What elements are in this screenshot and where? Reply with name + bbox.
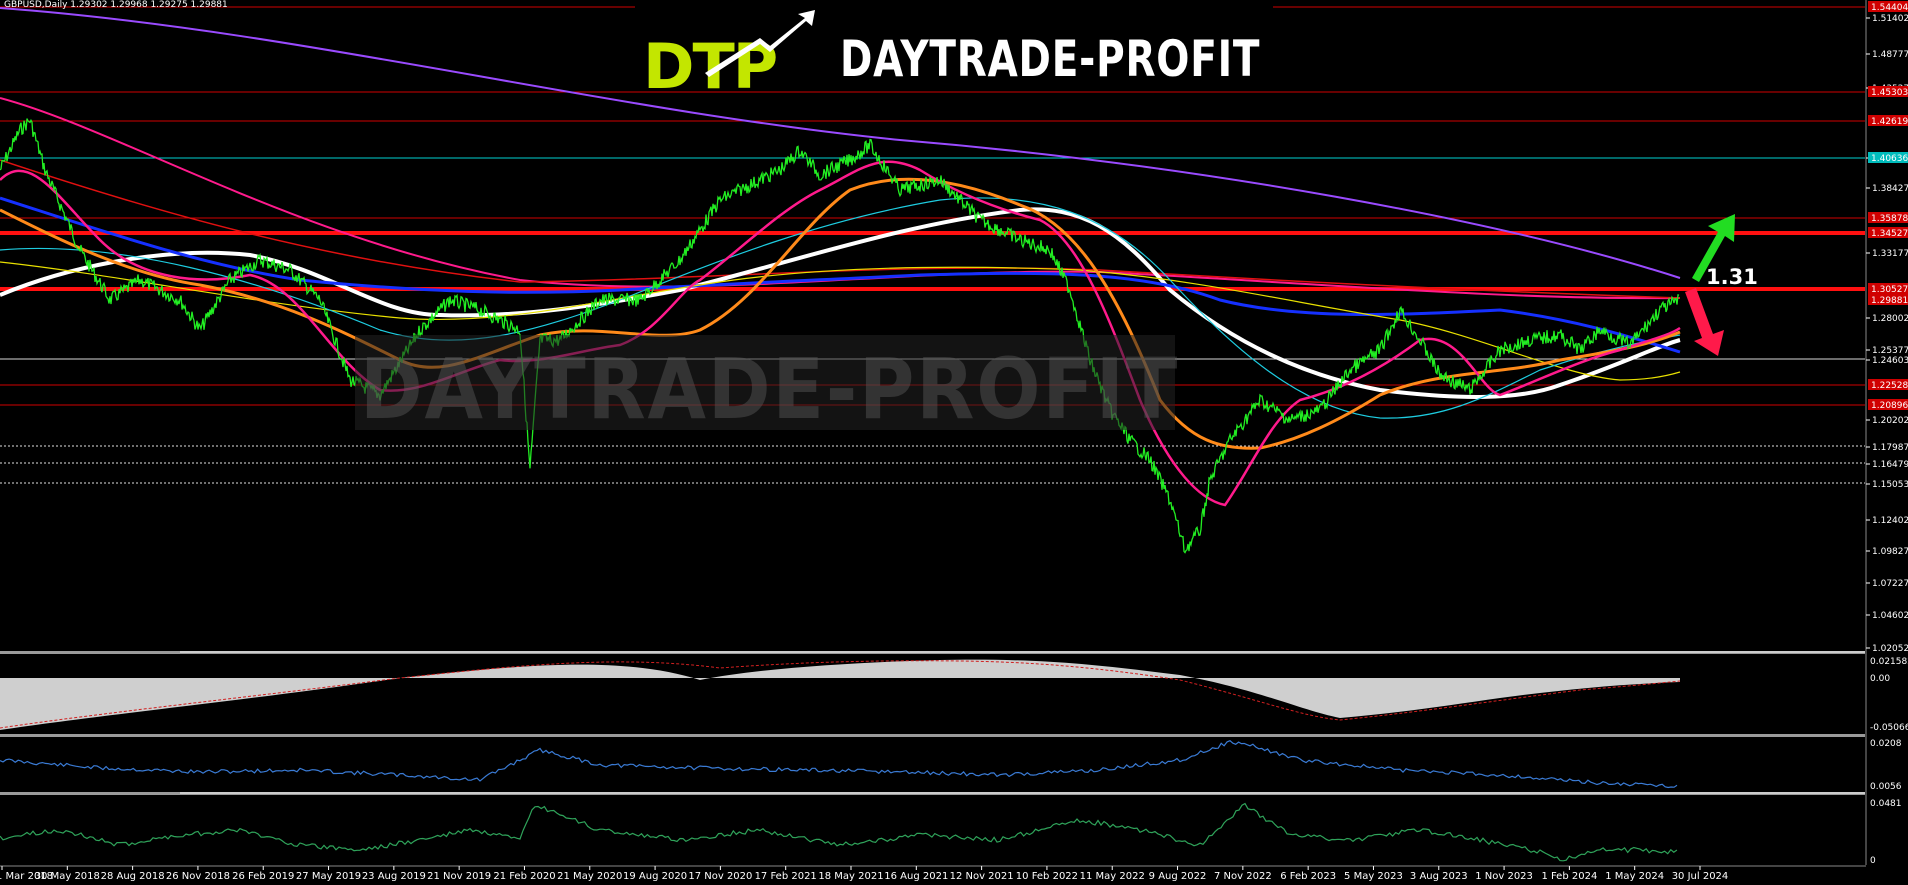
- price-level-tag: 1.34527: [1871, 229, 1908, 239]
- price-axis-label: 1.16479: [1872, 460, 1908, 470]
- date-axis-label: 28 Aug 2018: [101, 871, 165, 882]
- price-level-tag: 1.35878: [1871, 214, 1908, 224]
- date-axis-label: 1 May 2024: [1605, 871, 1664, 882]
- price-axis-label: 1.09827: [1872, 547, 1908, 557]
- price-axis-label: 1.33177: [1872, 249, 1908, 259]
- date-axis-label: 21 May 2020: [557, 871, 622, 882]
- price-axis-label: 1.20202: [1872, 416, 1908, 426]
- price-level-tag: 1.45303: [1871, 88, 1908, 98]
- watermark-text: DAYTRADE-PROFIT: [360, 340, 1180, 438]
- date-axis-label: 27 May 2019: [296, 871, 361, 882]
- price-axis-label: 1.51402: [1872, 14, 1908, 24]
- date-axis-label: 26 Feb 2019: [232, 871, 294, 882]
- date-axis-label: 16 Aug 2021: [884, 871, 948, 882]
- date-axis-label: 11 May 2022: [1080, 871, 1145, 882]
- price-axis-label: 1.02052: [1872, 644, 1908, 654]
- price-axis-label: 1.15053: [1872, 480, 1908, 490]
- date-axis-label: 17 Nov 2020: [688, 871, 752, 882]
- osc1-axis-label: 0.021582: [1870, 657, 1908, 667]
- trading-chart[interactable]: 1.514021.487771.435271.406361.384271.331…: [0, 0, 1908, 885]
- date-axis-label: 7 Nov 2022: [1214, 871, 1272, 882]
- date-axis-label: 19 Aug 2020: [623, 871, 687, 882]
- osc2-axis-label: 0.0056: [1870, 782, 1902, 792]
- price-axis-label: 1.25377: [1872, 346, 1908, 356]
- date-axis-label: 5 May 2023: [1344, 871, 1403, 882]
- date-axis-label: 21 Feb 2020: [493, 871, 555, 882]
- price-level-tag: 1.22528: [1871, 381, 1908, 391]
- price-level-tag: 1.29881: [1871, 296, 1908, 306]
- price-axis-label: 1.17987: [1872, 443, 1908, 453]
- panel-separator-2[interactable]: [0, 734, 1865, 737]
- price-axis-label: 1.48777: [1872, 50, 1908, 60]
- date-axis-label: 9 Aug 2022: [1149, 871, 1207, 882]
- date-axis-label: 3 Aug 2023: [1410, 871, 1468, 882]
- date-axis-label: 23 Aug 2019: [362, 871, 426, 882]
- price-level-tag: 1.42619: [1871, 117, 1908, 127]
- osc3-axis-label: 0.0481: [1870, 799, 1902, 809]
- price-axis-label: 1.12402: [1872, 516, 1908, 526]
- growth-arrow-icon: [705, 10, 815, 77]
- date-axis-label: 12 Nov 2021: [950, 871, 1014, 882]
- date-axis-label: 30 Jul 2024: [1672, 871, 1729, 882]
- osc3-axis-label: 0: [1870, 856, 1876, 866]
- date-axis-label: 30 May 2018: [35, 871, 100, 882]
- date-axis-label: 1 Feb 2024: [1541, 871, 1597, 882]
- osc1-axis-label: -0.05066: [1870, 723, 1908, 733]
- brand-name: DAYTRADE-PROFIT: [840, 30, 1261, 88]
- osc2-axis-label: 0.0208: [1870, 739, 1902, 749]
- date-axis-label: 21 Nov 2019: [427, 871, 491, 882]
- price-axis-label: 1.28002: [1872, 314, 1908, 324]
- price-level-tag: 1.54404: [1871, 3, 1908, 13]
- symbol-info: GBPUSD,Daily 1.29302 1.29968 1.29275 1.2…: [4, 0, 228, 10]
- price-axis-label: 1.04602: [1872, 611, 1908, 621]
- price-axis-label: 1.24603: [1872, 356, 1908, 366]
- date-axis-label: 10 Feb 2022: [1016, 871, 1078, 882]
- date-axis-label: 18 May 2021: [818, 871, 883, 882]
- level-label: 1.31: [1706, 265, 1758, 289]
- price-axis-label: 1.38427: [1872, 184, 1908, 194]
- date-axis-label: 26 Nov 2018: [166, 871, 230, 882]
- price-axis-label: 1.07227: [1872, 579, 1908, 589]
- date-axis-label: 1 Nov 2023: [1475, 871, 1533, 882]
- osc1-axis-label: 0.00: [1870, 674, 1890, 684]
- price-level-tag: 1.20896: [1871, 401, 1908, 411]
- price-level-tag: 1.40636: [1871, 154, 1908, 164]
- date-axis-label: 6 Feb 2023: [1280, 871, 1336, 882]
- date-axis-label: 17 Feb 2021: [755, 871, 817, 882]
- price-level-tag: 1.30527: [1871, 285, 1908, 295]
